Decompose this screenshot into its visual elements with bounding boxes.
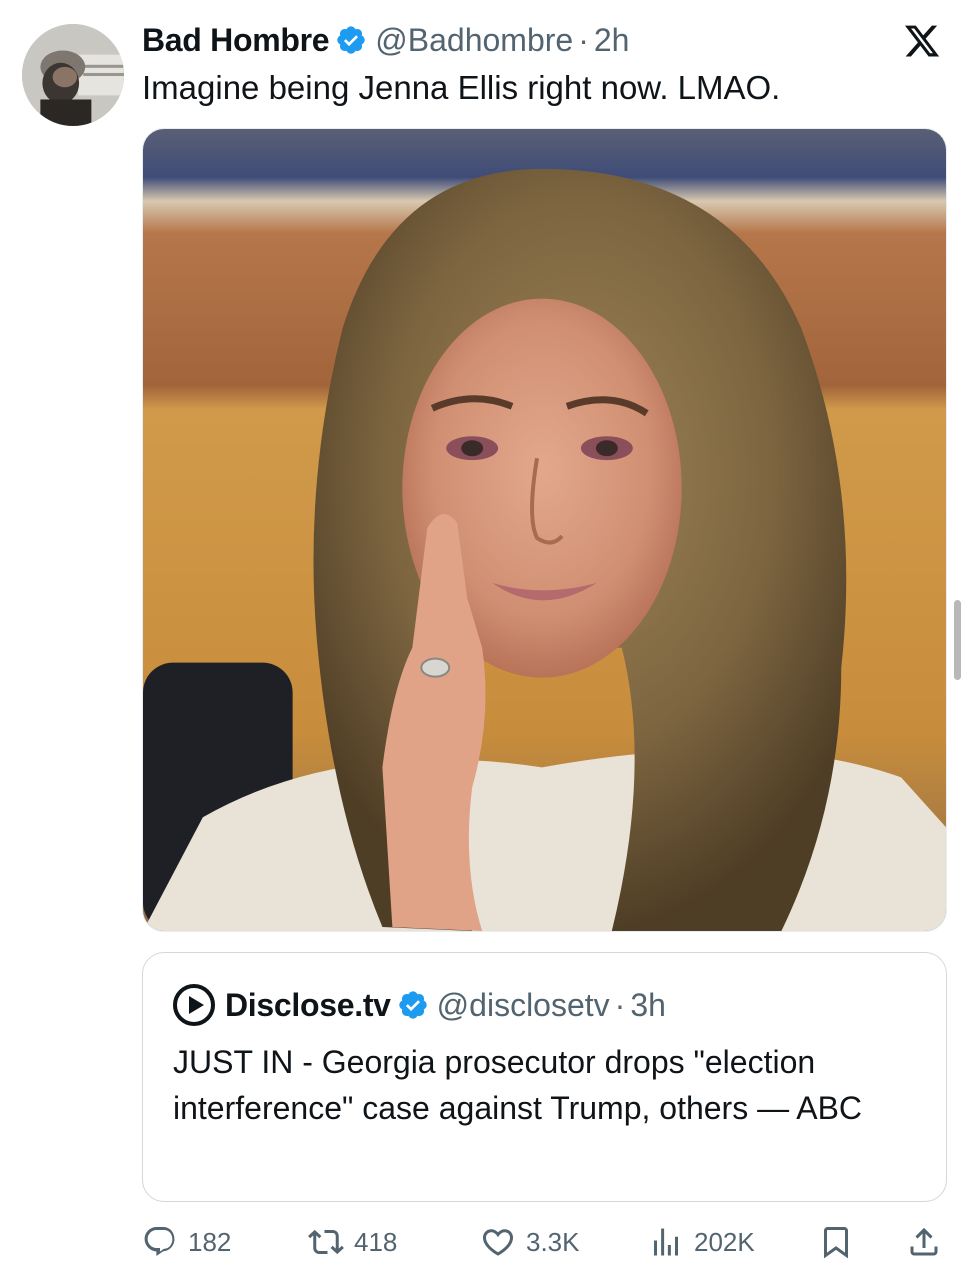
media-photo	[143, 129, 946, 931]
repost-icon	[308, 1229, 344, 1255]
quoted-tweet-text: JUST IN - Georgia prosecutor drops "elec…	[173, 1044, 863, 1126]
scrollbar[interactable]	[954, 600, 961, 680]
author-handle[interactable]: @Badhombre	[375, 22, 573, 59]
views-chart-icon	[654, 1228, 678, 1256]
bookmark-icon	[824, 1227, 848, 1259]
author-name[interactable]: Bad Hombre	[142, 22, 330, 59]
separator-dot: ·	[578, 21, 589, 58]
repost-count: 418	[354, 1226, 398, 1257]
reply-count: 182	[188, 1226, 232, 1257]
tweet-media-image[interactable]	[142, 128, 947, 932]
share-button[interactable]	[906, 1216, 942, 1268]
reply-icon	[144, 1227, 175, 1257]
quoted-author-name[interactable]: Disclose.tv	[225, 987, 391, 1024]
quoted-tweet-timestamp[interactable]: 3h	[630, 987, 666, 1024]
avatar-image	[22, 24, 124, 126]
quoted-tweet-header: Disclose.tv @disclosetv · 3h	[173, 984, 666, 1026]
disclose-play-logo-icon	[173, 984, 215, 1026]
views-count: 202K	[694, 1226, 755, 1257]
bookmark-button[interactable]	[818, 1216, 854, 1268]
tweet-header: Bad Hombre @Badhombre · 2h	[142, 20, 629, 60]
tweet-text: Imagine being Jenna Ellis right now. LMA…	[142, 69, 781, 106]
quoted-tweet-card[interactable]: Disclose.tv @disclosetv · 3h JUST IN - G…	[142, 952, 947, 1202]
x-logo-icon	[904, 25, 940, 57]
verified-badge-icon	[399, 991, 427, 1019]
quoted-author-handle[interactable]: @disclosetv	[437, 987, 610, 1024]
repost-button[interactable]: 418	[308, 1216, 397, 1268]
tweet-action-bar: 182 418 3.3K 202K	[0, 1216, 968, 1268]
heart-icon	[482, 1229, 514, 1256]
reply-button[interactable]: 182	[142, 1216, 231, 1268]
separator-dot: ·	[614, 986, 626, 1023]
share-icon	[910, 1227, 938, 1256]
verified-badge-icon	[337, 26, 365, 54]
like-button[interactable]: 3.3K	[480, 1216, 580, 1268]
like-count: 3.3K	[526, 1226, 580, 1257]
author-avatar[interactable]	[22, 24, 124, 126]
tweet-timestamp[interactable]: 2h	[594, 22, 630, 59]
views-button[interactable]: 202K	[648, 1216, 755, 1268]
